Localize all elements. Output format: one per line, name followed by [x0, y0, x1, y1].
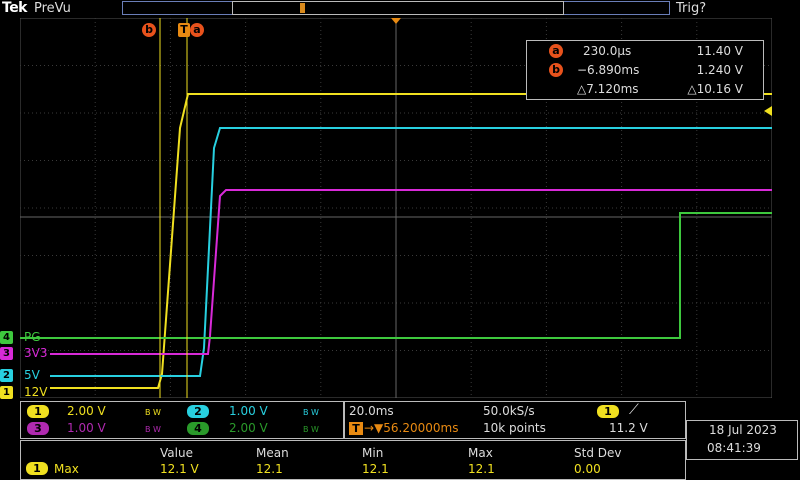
- ch4-scale: 2.00 V: [229, 421, 268, 435]
- measure-source-badge[interactable]: 1: [26, 462, 48, 475]
- cursor-b-volts: 1.240 V: [696, 63, 743, 77]
- date-display: 18 Jul 2023: [709, 423, 777, 437]
- rising-edge-icon: ⟋: [629, 402, 639, 418]
- measure-header-stddev: Std Dev: [574, 446, 622, 460]
- ch4-bw-icon: B W: [303, 425, 319, 434]
- ch1-badge[interactable]: 1: [27, 405, 49, 418]
- cursor-a-time: 230.0µs: [583, 44, 632, 58]
- cursor-b-flag[interactable]: b: [142, 23, 156, 37]
- cursor-a-flag[interactable]: a: [190, 23, 204, 37]
- cursor-b-readout: b −6.890ms 1.240 V: [527, 62, 763, 80]
- trigger-position-tag: T: [349, 422, 363, 435]
- ch2-badge[interactable]: 2: [187, 405, 209, 418]
- top-bar: Tek PreVu Trig?: [0, 0, 800, 18]
- time-per-div: 20.0ms: [349, 404, 394, 418]
- time-display: 08:41:39: [707, 441, 761, 455]
- measure-min: 12.1: [362, 462, 389, 476]
- channel-2-label: 5V: [24, 368, 40, 382]
- cursor-delta-volts: △10.16 V: [687, 82, 743, 96]
- channel-4-label: PG: [24, 330, 41, 344]
- ch4-badge[interactable]: 4: [187, 422, 209, 435]
- cursor-b-time: −6.890ms: [577, 63, 640, 77]
- trigger-status: Trig?: [676, 1, 707, 16]
- ch3-scale: 1.00 V: [67, 421, 106, 435]
- measure-header-mean: Mean: [256, 446, 289, 460]
- channel-1-label: 12V: [24, 385, 48, 399]
- acquisition-mode: PreVu: [34, 1, 71, 16]
- ch1-scale: 2.00 V: [67, 404, 106, 418]
- horizontal-settings-panel[interactable]: 20.0ms 50.0kS/s T →▼56.20000ms 10k point…: [344, 401, 686, 439]
- channel-3-label: 3V3: [24, 346, 48, 360]
- measure-name: Max: [54, 462, 79, 476]
- cursor-a-readout: a 230.0µs 11.40 V: [527, 43, 763, 61]
- datetime-panel: 18 Jul 2023 08:41:39: [686, 420, 798, 460]
- cursor-b-badge: b: [549, 63, 563, 77]
- brand-logo: Tek: [2, 0, 28, 16]
- cursor-a-badge: a: [549, 44, 563, 58]
- ch3-bw-icon: B W: [145, 425, 161, 434]
- vertical-settings-panel[interactable]: 1 2.00 V B W 2 1.00 V B W 3 1.00 V B W 4…: [20, 401, 344, 439]
- cursor-t-flag[interactable]: T: [178, 23, 190, 37]
- measure-header-max: Max: [468, 446, 493, 460]
- cursor-delta-time: △7.120ms: [577, 82, 639, 96]
- trigger-position: →▼56.20000ms: [364, 421, 459, 435]
- measure-max: 12.1: [468, 462, 495, 476]
- trigger-source-badge[interactable]: 1: [597, 405, 619, 418]
- cursor-delta-readout: △7.120ms △10.16 V: [527, 81, 763, 99]
- cursor-readout-panel: a 230.0µs 11.40 V b −6.890ms 1.240 V △7.…: [526, 40, 764, 100]
- sample-rate: 50.0kS/s: [483, 404, 535, 418]
- measure-stddev: 0.00: [574, 462, 601, 476]
- record-trigger-marker: [300, 3, 305, 13]
- measure-header-min: Min: [362, 446, 384, 460]
- cursor-a-volts: 11.40 V: [696, 44, 743, 58]
- record-length: 10k points: [483, 421, 546, 435]
- measure-mean: 12.1: [256, 462, 283, 476]
- ch2-scale: 1.00 V: [229, 404, 268, 418]
- measure-value: 12.1 V: [160, 462, 199, 476]
- trigger-level: 11.2 V: [609, 421, 648, 435]
- ch3-badge[interactable]: 3: [27, 422, 49, 435]
- ch1-bw-icon: B W: [145, 408, 161, 417]
- record-view-window[interactable]: [232, 1, 564, 15]
- ch2-bw-icon: B W: [303, 408, 319, 417]
- measure-header-value: Value: [160, 446, 193, 460]
